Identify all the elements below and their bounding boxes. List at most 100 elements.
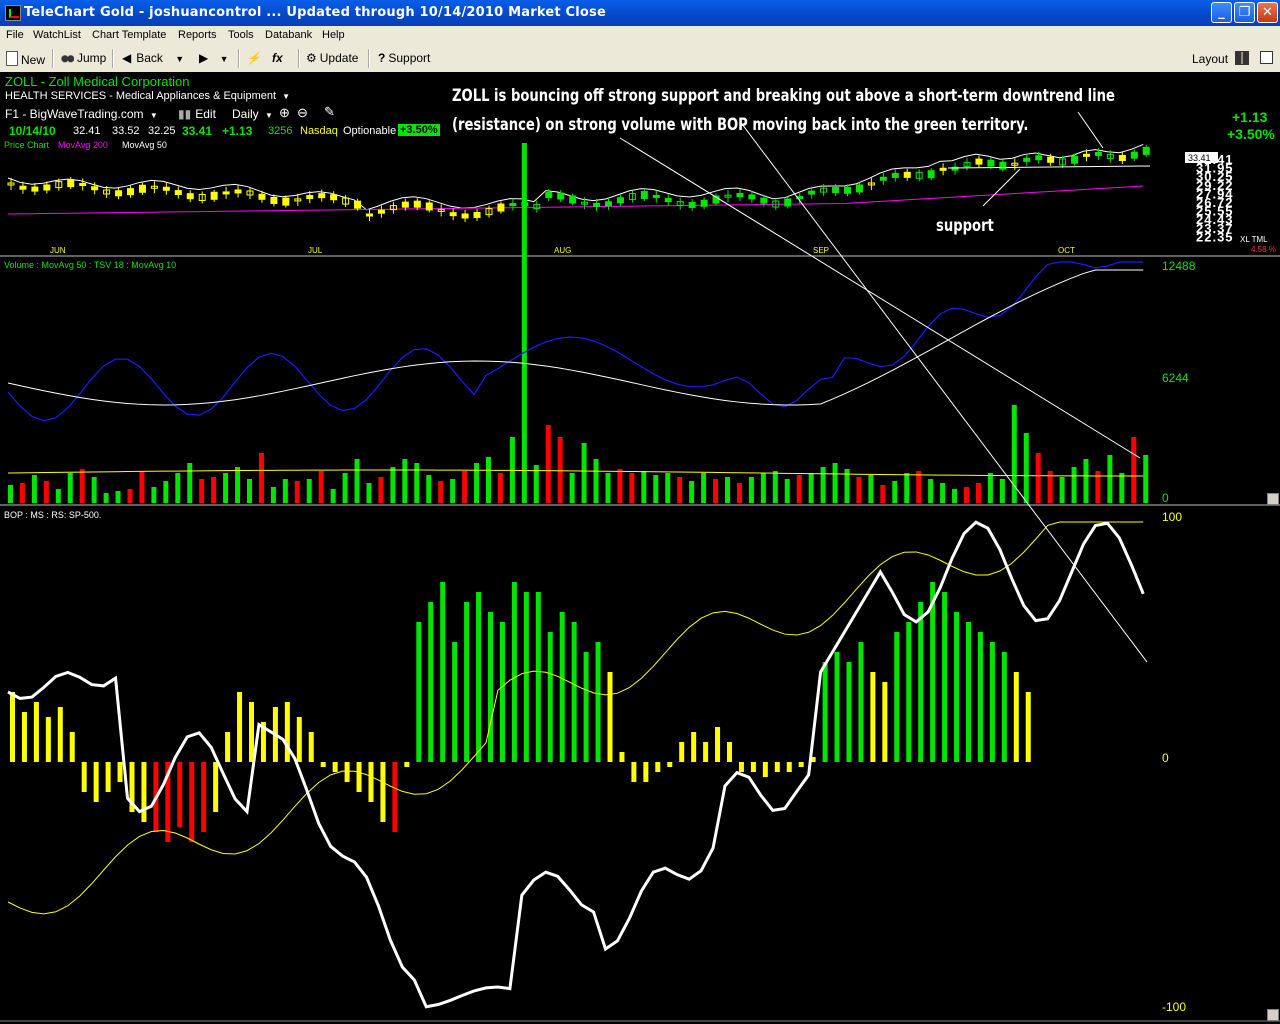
candle-body: [43, 184, 51, 191]
industry-label[interactable]: HEALTH SERVICES - Medical Appliances & E…: [5, 90, 290, 102]
bop-bar: [428, 602, 434, 762]
toolbar: New Jump ◀ Back ▼ ▶ ▼ ⚡ fx ⚙ Update ? Suppo…: [0, 45, 1280, 73]
bop-bar: [237, 692, 243, 762]
volume-bar: [426, 475, 432, 503]
volume-bar: [1131, 437, 1137, 503]
candle-body: [545, 192, 553, 199]
candle-body: [1118, 154, 1126, 161]
zoom-in-icon[interactable]: ⊕: [279, 105, 290, 121]
downtrend-line: [619, 137, 1141, 459]
volume-bar: [91, 477, 97, 503]
edit-button[interactable]: ▮▮ Edit: [178, 107, 216, 121]
volume-bar: [629, 473, 635, 503]
candle-body: [330, 194, 338, 201]
bop-bar: [33, 702, 39, 762]
candle-body: [162, 186, 170, 191]
update-button[interactable]: ⚙ Update: [306, 51, 358, 65]
new-button[interactable]: New: [6, 51, 45, 67]
chevron-down-icon: ▼: [219, 54, 229, 64]
volume-bar: [211, 477, 217, 503]
volume-bar: [557, 437, 563, 503]
volume-bar: [390, 467, 396, 503]
candle-body: [282, 197, 290, 206]
candle-body: [174, 190, 182, 196]
volume-bar: [1119, 473, 1125, 503]
menu-reports[interactable]: Reports: [178, 29, 217, 41]
chart-area[interactable]: Price Chart MovAvg 200 MovAvg 50 JUN JUL A…: [0, 72, 1280, 1024]
menu-chart-template[interactable]: Chart Template: [92, 29, 166, 41]
volume-bar: [414, 463, 420, 503]
period-selector[interactable]: Daily ▼: [232, 107, 273, 121]
candle-body: [593, 202, 601, 207]
formula-button[interactable]: fx: [272, 51, 283, 65]
volume-bar: [796, 475, 802, 503]
bop-bar: [762, 762, 768, 777]
bop-bar: [583, 652, 589, 762]
watchlist-selector[interactable]: F1 - BigWaveTrading.com ▼: [5, 107, 158, 121]
month-label: SEP: [813, 246, 829, 255]
candle-body: [748, 194, 756, 200]
volume-bar: [701, 473, 707, 503]
layout-options-icon[interactable]: [1260, 51, 1273, 65]
window-title: TeleChart Gold - joshuancontrol ... Upda…: [24, 5, 606, 20]
close-button[interactable]: ✕: [1257, 2, 1278, 23]
right-change: +1.13: [1232, 109, 1268, 125]
zoom-out-icon[interactable]: ⊖: [297, 105, 308, 121]
bop-bar: [21, 712, 27, 762]
annotation-pointer-line: [1077, 111, 1104, 149]
candle-body: [473, 211, 481, 218]
bop-axis-zero: 0: [1162, 751, 1169, 765]
volume-bar: [151, 487, 157, 503]
forward-button[interactable]: ▶ ▼: [199, 51, 229, 65]
binoculars-icon: [61, 51, 74, 64]
volume-panel-scroll-thumb[interactable]: [1267, 493, 1279, 505]
candle-body: [736, 193, 744, 198]
menu-tools[interactable]: Tools: [228, 29, 254, 41]
maximize-button[interactable]: ❐: [1234, 2, 1255, 23]
candle-body: [879, 176, 887, 181]
bop-bar: [117, 762, 123, 782]
bop-bar: [476, 592, 482, 762]
bop-bar: [643, 762, 649, 782]
toolbar-separator: [112, 49, 114, 68]
volume-bar: [497, 473, 503, 503]
annotation-line-2: (resistance) on strong volume with BOP m…: [452, 115, 1029, 135]
pen-tool-icon[interactable]: ✎: [324, 104, 335, 120]
bop-bar: [356, 762, 362, 792]
volume-bar: [1071, 467, 1077, 503]
volume-bar: [342, 473, 348, 503]
update-globe-icon: ⚙: [306, 51, 317, 65]
price-chart: [7, 144, 1150, 222]
candle-body: [186, 193, 194, 200]
menu-watchlist[interactable]: WatchList: [33, 29, 81, 41]
volume-bar: [1035, 453, 1041, 503]
bop-bar: [547, 632, 553, 762]
menu-help[interactable]: Help: [322, 29, 345, 41]
bop-bar: [631, 762, 637, 782]
candle-body: [1094, 151, 1102, 156]
volume-bar: [235, 467, 241, 503]
bop-bar: [667, 762, 673, 767]
candle-body: [1035, 155, 1043, 161]
menu-file[interactable]: File: [6, 29, 24, 41]
layout-button[interactable]: Layout: [1192, 51, 1250, 66]
jump-button[interactable]: Jump: [61, 51, 106, 65]
candle-body: [569, 195, 577, 204]
bop-bar: [81, 762, 87, 792]
support-button[interactable]: ? Support: [378, 51, 430, 65]
month-axis: JUN JUL AUG SEP OCT: [50, 246, 1075, 255]
volume-bar: [378, 477, 384, 503]
volume-bar: [904, 473, 910, 503]
volume-bar: [486, 457, 491, 503]
draw-tool-button[interactable]: ⚡: [246, 51, 261, 65]
menu-bar: File WatchList Chart Template Reports To…: [0, 26, 1280, 45]
candle-body: [1047, 156, 1055, 163]
chevron-down-icon: ▼: [175, 54, 185, 64]
price-axis: 32.4131.9530.2529.2227.9426.7225.5524.43…: [1196, 152, 1233, 244]
minimize-button[interactable]: _: [1211, 2, 1232, 23]
menu-databank[interactable]: Databank: [265, 29, 312, 41]
back-button[interactable]: ◀ Back ▼: [122, 51, 184, 65]
volume-bar: [163, 481, 169, 503]
volume-axis-mid: 6244: [1162, 371, 1189, 385]
bop-panel-scroll-thumb[interactable]: [1267, 1009, 1279, 1021]
